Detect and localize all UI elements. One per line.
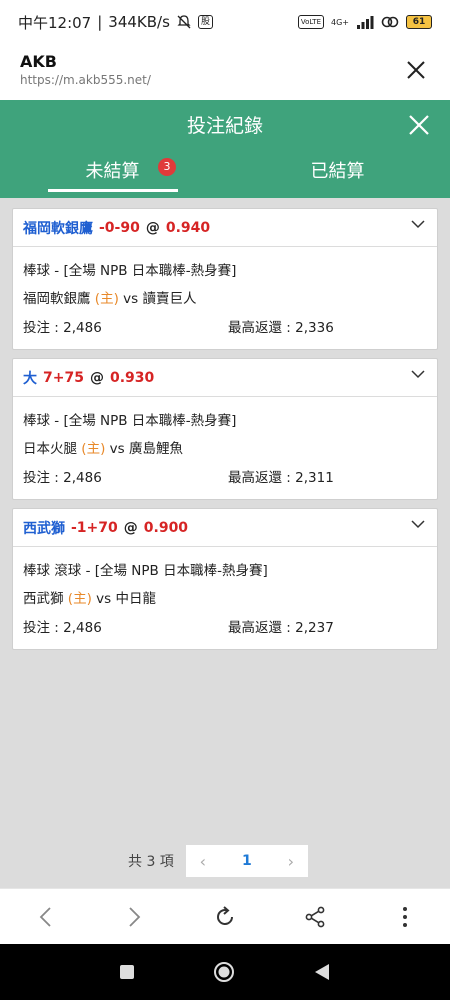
unsettled-count-badge: 3 <box>158 158 176 176</box>
home-team: 日本火腿 <box>23 441 77 457</box>
status-speed: 344KB/s <box>108 13 170 31</box>
vs-label: vs <box>96 591 112 607</box>
home-tag: (主) <box>81 441 106 457</box>
next-page-button[interactable]: › <box>274 852 308 871</box>
recents-icon[interactable] <box>119 964 135 980</box>
tab-bar: 未結算 3 已結算 <box>0 152 450 198</box>
bet-pick: 大 <box>23 370 37 387</box>
status-divider: | <box>97 13 103 31</box>
vs-label: vs <box>123 291 139 307</box>
bet-handicap: -1+70 <box>71 519 118 536</box>
prev-page-button[interactable]: ‹ <box>186 852 220 871</box>
bet-card: 西武獅 -1+70 @ 0.900 棒球 滾球 - [全場 NPB 日本職棒-熱… <box>12 508 438 650</box>
bet-max-return: 最高返還 : 2,311 <box>228 470 334 486</box>
bet-stake: 投注 : 2,486 <box>23 620 102 636</box>
bet-card: 福岡軟銀鷹 -0-90 @ 0.940 棒球 - [全場 NPB 日本職棒-熱身… <box>12 208 438 350</box>
volte-icon: VoLTE <box>297 15 324 29</box>
more-icon[interactable] <box>392 904 418 930</box>
close-icon[interactable] <box>404 58 428 82</box>
bet-at: @ <box>123 519 138 536</box>
tab-settled[interactable]: 已結算 <box>225 152 450 198</box>
status-bar: 中午12:07 | 344KB/s 股 VoLTE 4G+ 61 <box>0 0 450 44</box>
chevron-down-icon[interactable] <box>411 219 425 229</box>
bet-league: 棒球 - [全場 NPB 日本職棒-熱身賽] <box>23 413 237 429</box>
bet-teams: 西武獅 (主) vs 中日龍 <box>23 585 427 613</box>
home-team: 西武獅 <box>23 591 64 607</box>
forward-icon[interactable] <box>122 904 148 930</box>
battery-icon: 61 <box>406 15 432 29</box>
system-nav-bar <box>0 944 450 1000</box>
link-icon <box>381 16 399 28</box>
bet-handicap: 7+75 <box>43 369 84 386</box>
site-url: https://m.akb555.net/ <box>20 73 151 87</box>
bet-teams: 日本火腿 (主) vs 廣島鯉魚 <box>23 435 427 463</box>
browser-toolbar <box>0 888 450 944</box>
signal-icon <box>357 16 374 29</box>
dialog-title: 投注紀錄 <box>186 115 263 137</box>
site-title: AKB <box>20 52 57 71</box>
network-type: 4G+ <box>331 17 349 27</box>
bet-odds: 0.900 <box>143 519 189 536</box>
stock-app-icon: 股 <box>197 15 213 29</box>
chevron-down-icon[interactable] <box>411 369 425 379</box>
bet-odds: 0.930 <box>109 369 155 386</box>
dialog-header: 投注紀錄 未結算 3 已結算 <box>0 100 450 198</box>
bet-stake: 投注 : 2,486 <box>23 470 102 486</box>
home-tag: (主) <box>67 591 92 607</box>
bet-odds: 0.940 <box>165 219 211 236</box>
bet-stake: 投注 : 2,486 <box>23 320 102 336</box>
chevron-down-icon[interactable] <box>411 519 425 529</box>
away-team: 中日龍 <box>115 591 156 607</box>
reload-icon[interactable] <box>212 904 238 930</box>
status-time: 中午12:07 <box>18 13 92 32</box>
pagination: 共 3 項 ‹ 1 › <box>128 845 308 877</box>
tab-settled-label: 已結算 <box>310 161 365 182</box>
bet-max-return: 最高返還 : 2,237 <box>228 620 334 636</box>
bet-max-return: 最高返還 : 2,336 <box>228 320 334 336</box>
bet-league: 棒球 - [全場 NPB 日本職棒-熱身賽] <box>23 263 237 279</box>
back-icon[interactable] <box>32 904 58 930</box>
browser-header: AKB https://m.akb555.net/ <box>0 44 450 100</box>
home-tag: (主) <box>94 291 119 307</box>
bet-list: 福岡軟銀鷹 -0-90 @ 0.940 棒球 - [全場 NPB 日本職棒-熱身… <box>12 208 438 658</box>
home-team: 福岡軟銀鷹 <box>23 291 91 307</box>
share-icon[interactable] <box>302 904 328 930</box>
bet-card-header[interactable]: 西武獅 -1+70 @ 0.900 <box>13 509 437 547</box>
total-count: 共 3 項 <box>128 854 174 870</box>
vs-label: vs <box>109 441 125 457</box>
bet-handicap: -0-90 <box>99 219 140 236</box>
bet-card-header[interactable]: 大 7+75 @ 0.930 <box>13 359 437 397</box>
bet-card: 大 7+75 @ 0.930 棒球 - [全場 NPB 日本職棒-熱身賽] 日本… <box>12 358 438 500</box>
bet-teams: 福岡軟銀鷹 (主) vs 讀賣巨人 <box>23 285 427 313</box>
tab-unsettled[interactable]: 未結算 3 <box>0 152 225 198</box>
mute-bell-icon <box>177 15 191 29</box>
current-page[interactable]: 1 <box>220 853 274 869</box>
tab-unsettled-label: 未結算 <box>85 161 140 182</box>
home-icon[interactable] <box>213 961 235 983</box>
bet-pick: 西武獅 <box>23 520 65 537</box>
bet-pick: 福岡軟銀鷹 <box>23 220 93 237</box>
active-tab-indicator <box>48 189 178 192</box>
back-nav-icon[interactable] <box>313 963 331 981</box>
bet-league: 棒球 滾球 - [全場 NPB 日本職棒-熱身賽] <box>23 563 268 579</box>
away-team: 讀賣巨人 <box>142 291 197 307</box>
bet-at: @ <box>145 219 160 236</box>
away-team: 廣島鯉魚 <box>128 441 183 457</box>
dialog-close-icon[interactable] <box>408 114 430 136</box>
bet-at: @ <box>89 369 104 386</box>
bet-card-header[interactable]: 福岡軟銀鷹 -0-90 @ 0.940 <box>13 209 437 247</box>
